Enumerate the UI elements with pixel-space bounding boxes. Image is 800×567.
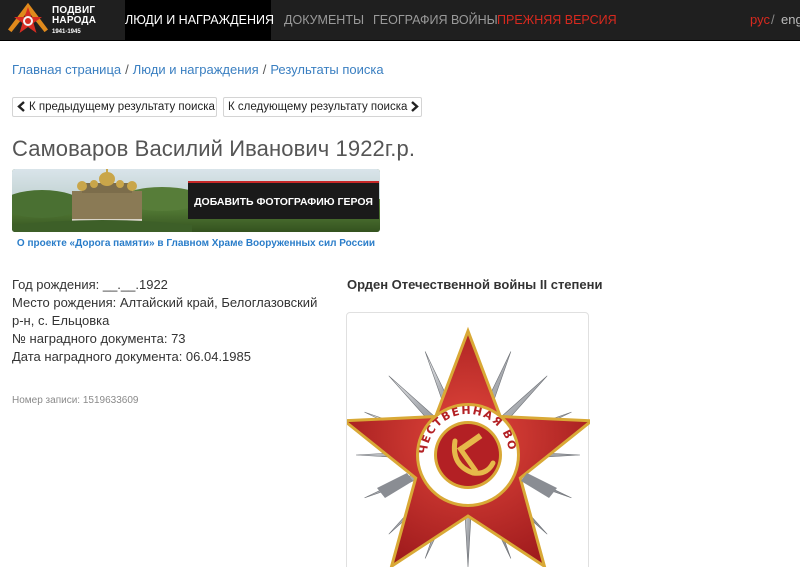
center-red <box>437 424 499 486</box>
logo-text: ПОДВИГ НАРОДА 1941-1945 <box>52 6 96 36</box>
award-image-frame: ОТЕЧЕСТВЕННАЯ ВОЙНА <box>346 312 590 567</box>
next-result-button[interactable]: К следующему результату поиска <box>223 97 422 117</box>
lang-en-link[interactable]: eng <box>781 12 800 27</box>
add-photo-banner[interactable]: ДОБАВИТЬ ФОТОГРАФИЮ ГЕРОЯ <box>12 169 380 232</box>
award-doc-date: Дата наградного документа: 06.04.1985 <box>12 349 251 364</box>
lang-separator: / <box>771 12 775 27</box>
breadcrumb-home[interactable]: Главная страница <box>12 62 121 77</box>
lang-ru-link[interactable]: рус <box>750 12 770 27</box>
breadcrumb-people[interactable]: Люди и награждения <box>133 62 259 77</box>
breadcrumb-search-results[interactable]: Результаты поиска <box>270 62 383 77</box>
chevron-left-icon <box>17 98 26 116</box>
record-number: Номер записи: 1519633609 <box>12 395 139 406</box>
order-patriotic-war-icon: ОТЕЧЕСТВЕННАЯ ВОЙНА <box>347 313 590 567</box>
nav-old-version[interactable]: ПРЕЖНЯЯ ВЕРСИЯ <box>497 0 617 41</box>
next-result-label: К следующему результату поиска <box>228 101 408 113</box>
top-navigation-bar: ПОДВИГ НАРОДА 1941-1945 ЛЮДИ И НАГРАЖДЕН… <box>0 0 800 41</box>
birth-year: Год рождения: __.__.1922 <box>12 277 168 292</box>
order-star-logo-icon <box>8 3 48 34</box>
award-doc-number: № наградного документа: 73 <box>12 331 186 346</box>
nav-documents[interactable]: ДОКУМЕНТЫ <box>284 0 364 41</box>
site-logo[interactable]: ПОДВИГ НАРОДА 1941-1945 <box>8 3 118 39</box>
person-name-title: Самоваров Василий Иванович 1922г.р. <box>12 136 416 161</box>
person-details: Год рождения: __.__.1922 Место рождения:… <box>12 276 332 366</box>
road-of-memory-link[interactable]: О проекте «Дорога памяти» в Главном Храм… <box>12 236 380 252</box>
birth-place: Место рождения: Алтайский край, Белоглаз… <box>12 295 318 328</box>
logo-line-2: НАРОДА <box>52 15 97 26</box>
breadcrumb-separator: / <box>125 62 129 77</box>
nav-people-awards[interactable]: ЛЮДИ И НАГРАЖДЕНИЯ <box>125 0 274 41</box>
award-title: Орден Отечественной войны II степени <box>347 277 603 292</box>
breadcrumb-separator: / <box>262 62 267 77</box>
add-hero-photo-button[interactable]: ДОБАВИТЬ ФОТОГРАФИЮ ГЕРОЯ <box>188 181 379 219</box>
breadcrumb: Главная страница / Люди и награждения / Резу… <box>12 62 384 77</box>
logo-years: 1941-1945 <box>52 29 81 35</box>
nav-war-geography[interactable]: ГЕОГРАФИЯ ВОЙНЫ <box>373 0 498 41</box>
prev-result-button[interactable]: К предыдущему результату поиска <box>12 97 217 117</box>
prev-result-label: К предыдущему результату поиска <box>29 101 215 113</box>
chevron-right-icon <box>410 98 420 116</box>
